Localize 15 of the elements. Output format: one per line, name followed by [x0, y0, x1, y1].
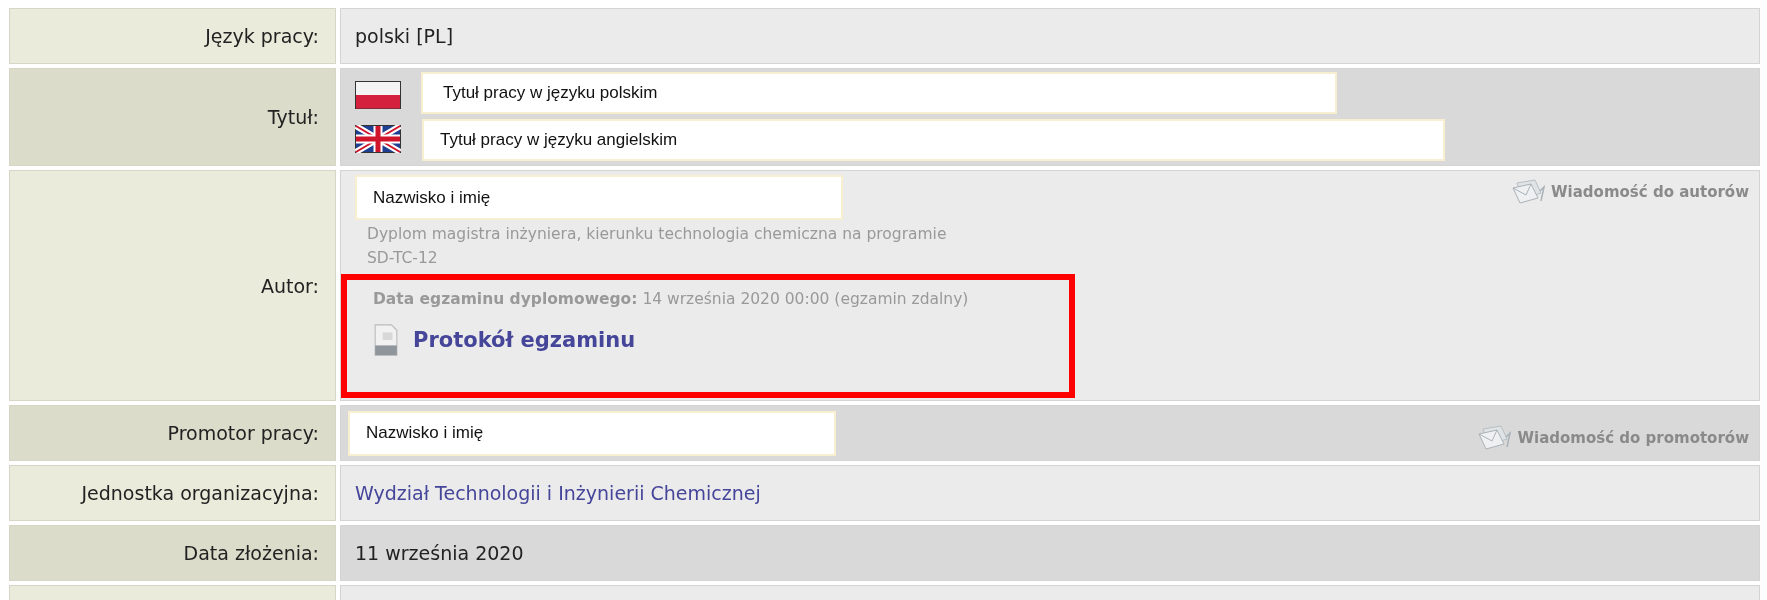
title-overlay: Tytuł pracy w języku polskim — [421, 72, 1337, 114]
field-label: Data złożenia: — [183, 542, 319, 564]
name-overlay: Nazwisko i imię — [355, 175, 843, 220]
field-label: Promotor pracy: — [167, 422, 319, 444]
field-label: Autor: — [261, 274, 319, 297]
field-value: polski [PL] — [355, 25, 455, 47]
field-label: Jednostka organizacyjna: — [81, 482, 319, 504]
field-label: Tytuł: — [267, 106, 319, 128]
field-value: 11 września 2020 — [355, 542, 525, 564]
name-overlay: Nazwisko i imię — [348, 410, 836, 456]
protocol-link[interactable]: Protokół egzaminu — [373, 322, 1069, 358]
field-label: Język pracy: — [205, 25, 319, 47]
title-overlay: Tytuł pracy w języku angielskim — [422, 119, 1445, 161]
degree-text: Dyplom magistra inżyniera, kierunku technologia chemiczna na programie SD-TC-12 — [367, 224, 948, 269]
exam-date-text: Data egzaminu dyplomowego: 14 września 2020 00:00 (egzamin zdalny) — [373, 290, 970, 308]
